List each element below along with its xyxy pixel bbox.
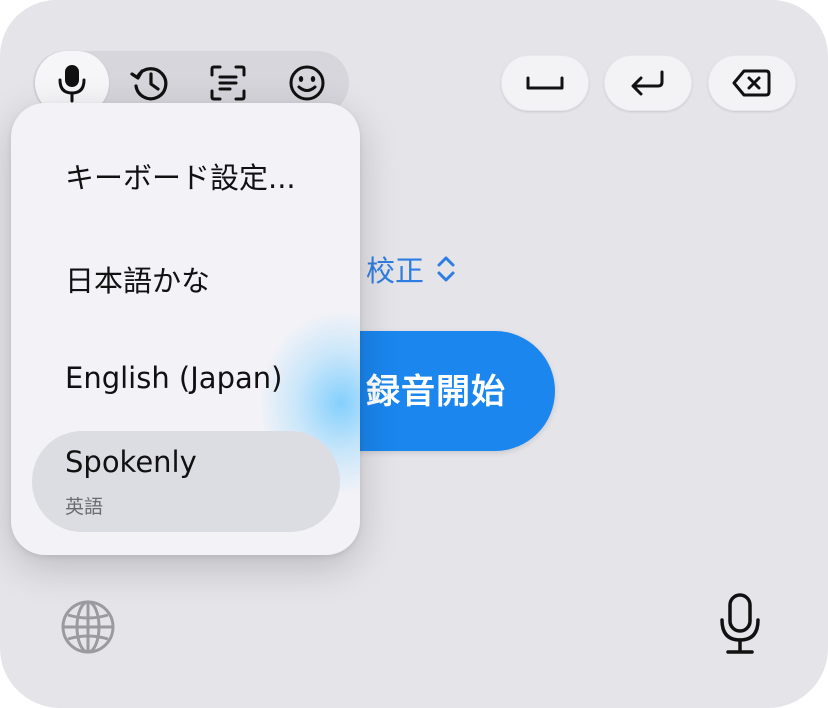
menu-item-japanese-kana[interactable]: 日本語かな	[65, 258, 210, 300]
delete-key[interactable]	[708, 55, 796, 111]
emoji-icon	[289, 65, 325, 101]
space-key[interactable]	[501, 55, 589, 111]
return-key[interactable]	[604, 55, 692, 111]
microphone-icon	[58, 65, 86, 103]
return-icon	[631, 70, 664, 96]
space-icon	[526, 76, 564, 90]
dictation-button[interactable]	[716, 592, 764, 656]
text-scan-icon	[210, 65, 246, 101]
menu-item-spokenly[interactable]: Spokenly	[65, 445, 197, 479]
keyboard-panel: 校正 録音開始 キーボード設定... 日本語かな English (Japan)…	[0, 0, 828, 708]
globe-button[interactable]	[60, 599, 116, 655]
up-down-chevron-icon	[437, 256, 455, 282]
correction-selector[interactable]: 校正	[366, 248, 456, 290]
menu-item-spokenly-subtitle: 英語	[65, 496, 104, 518]
start-recording-label: 録音開始	[366, 372, 506, 412]
delete-icon	[732, 69, 771, 97]
menu-item-keyboard-settings[interactable]: キーボード設定...	[65, 155, 296, 197]
history-icon	[130, 67, 168, 101]
globe-icon	[61, 600, 115, 654]
menu-item-english-japan[interactable]: English (Japan)	[65, 361, 282, 395]
keyboard-switch-menu: キーボード設定... 日本語かな English (Japan) Spokenl…	[11, 103, 360, 555]
microphone-icon	[720, 593, 760, 654]
correction-label: 校正	[366, 254, 425, 288]
